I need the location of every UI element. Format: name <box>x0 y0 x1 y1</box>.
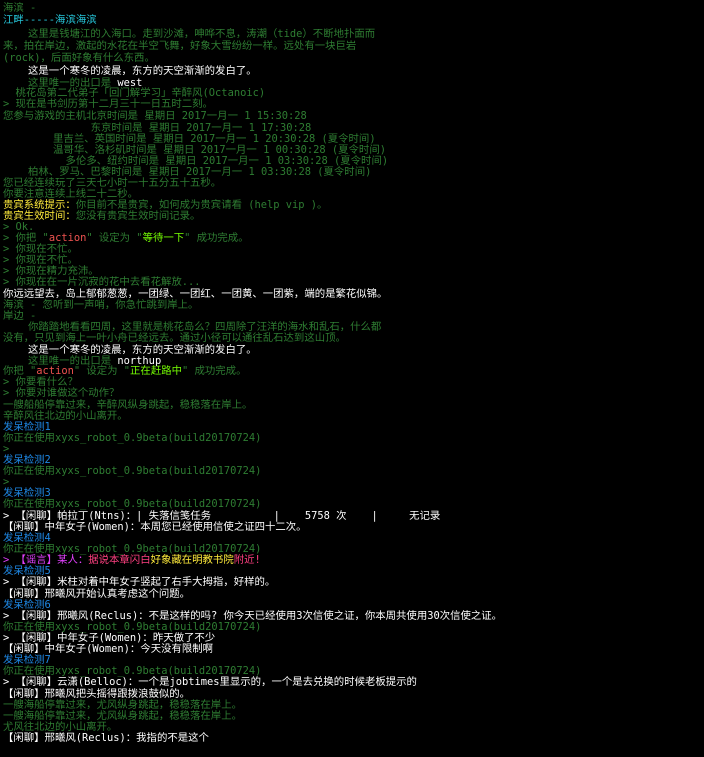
terminal-text-segment: " 成功完成。 <box>182 365 247 377</box>
terminal-text-segment: 这是一个寒冬的凌晨，东方的天空渐渐的发白了。 <box>3 65 257 77</box>
terminal-line: 您参与游戏的主机北京时间是 星期日 2017一月一 1 15:30:28 <box>3 110 307 122</box>
terminal-text-segment: 你正在使用xyxs_robot_0.9beta(build20170724) <box>3 465 262 477</box>
terminal-text-segment: 您没有贵宾生效时间记录。 <box>75 210 201 222</box>
terminal-text-segment: 你正在使用xyxs_robot_0.9beta(build20170724) <box>3 498 262 510</box>
terminal-text-segment: > 你现在在一片沉寂的花中去看花解放... <box>3 276 201 288</box>
terminal-text-segment: 正在赶路中 <box>130 365 182 377</box>
terminal-line: 这里是钱塘江的入海口。走到沙滩，呻哗不息，涛潮（tide）不断地扑面而 <box>3 28 375 40</box>
terminal-text-segment: 江畔-----海滨海滨 <box>3 14 97 26</box>
terminal-text-segment: 来，拍在岸边，激起的水花在半空飞舞，好象大雪纷纷一样。远处有一块巨岩 <box>3 40 357 52</box>
terminal-line: 你正在使用xyxs_robot_0.9beta(build20170724) <box>3 498 261 510</box>
terminal-line: 江畔-----海滨海滨 <box>3 14 97 26</box>
terminal-text-segment: > 现在是书剑历第十二月三十一日五时二刻。 <box>3 98 213 110</box>
terminal-text-segment: " 设定为 " <box>86 232 143 244</box>
terminal-line: 来，拍在岸边，激起的水花在半空飞舞，好象大雪纷纷一样。远处有一块巨岩 <box>3 40 356 52</box>
terminal-line: > 你要对谁做这个动作？ <box>3 387 119 399</box>
terminal-line: 你正在使用xyxs_robot_0.9beta(build20170724) <box>3 465 261 477</box>
terminal-text-segment: 好象藏在明教书院 <box>150 554 234 566</box>
terminal-line: 你正在使用xyxs_robot_0.9beta(build20170724) <box>3 432 261 444</box>
terminal-text-segment: 【闲聊】邢曦风(Reclus)：我指的不是这个 <box>3 732 209 744</box>
terminal-line: 【闲聊】邢曦风(Reclus)：我指的不是这个 <box>3 732 209 744</box>
terminal-line: (rock)，后面好象有什么东西。 <box>3 52 155 64</box>
terminal-text-segment: > 【闲聊】米柱对着中年女子竖起了右手大拇指，好样的。 <box>3 576 276 588</box>
terminal-text-segment: " 设定为 " <box>73 365 131 377</box>
terminal-text-segment: > 【闲聊】云潇(Belloc)：一个是jobtimes里显示的，一个是去兑换的… <box>3 676 417 688</box>
terminal-line: > 现在是书剑历第十二月三十一日五时二刻。 <box>3 98 213 110</box>
terminal-text-segment: 没有，只见到海上一叶小舟已经远去。通过小径可以通往乱石达到这山顶。 <box>3 332 346 344</box>
terminal-line: 海滨 - <box>3 2 36 14</box>
terminal-text-segment: 据说本章闪白 <box>88 554 151 566</box>
terminal-line: 这是一个寒冬的凌晨，东方的天空渐渐的发白了。 <box>3 65 257 77</box>
terminal-line: > 【闲聊】米柱对着中年女子竖起了右手大拇指，好样的。 <box>3 576 275 588</box>
terminal-text-segment: 这里是钱塘江的入海口。走到沙滩，呻哗不息，涛潮（tide）不断地扑面而 <box>3 28 376 40</box>
terminal-text-segment: 你正在使用xyxs_robot_0.9beta(build20170724) <box>3 432 262 444</box>
terminal-text-segment: 海滨 - <box>3 2 37 14</box>
terminal-text-segment: " 成功完成。 <box>184 232 249 244</box>
terminal-line: > 你现在在一片沉寂的花中去看花解放... <box>3 276 201 288</box>
terminal-text-segment: (rock)，后面好象有什么东西。 <box>3 52 155 64</box>
terminal-line: 没有，只见到海上一叶小舟已经远去。通过小径可以通往乱石达到这山顶。 <box>3 332 346 344</box>
terminal-output[interactable]: 海滨 - 江畔-----海滨海滨 这里是钱塘江的入海口。走到沙滩，呻哗不息，涛潮（… <box>0 0 704 757</box>
terminal-text-segment: 您参与游戏的主机北京时间是 星期日 2017一月一 1 15:30:28 <box>3 110 307 122</box>
terminal-text-segment: 附近! <box>233 554 261 566</box>
terminal-text-segment: > 你要对谁做这个动作？ <box>3 387 120 399</box>
terminal-text-segment: 等待一下 <box>142 232 185 244</box>
terminal-line: > 【闲聊】云潇(Belloc)：一个是jobtimes里显示的，一个是去兑换的… <box>3 676 417 688</box>
